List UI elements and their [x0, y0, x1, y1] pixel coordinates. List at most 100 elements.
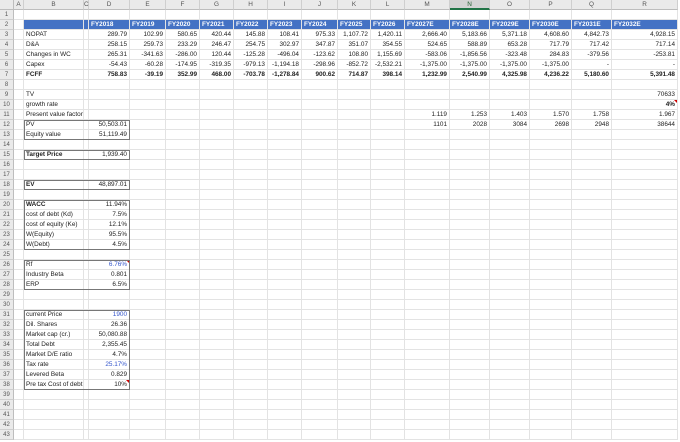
- row-header-27[interactable]: 27: [0, 270, 14, 280]
- grid-cell[interactable]: [612, 360, 678, 370]
- value-cell[interactable]: 254.75: [234, 40, 268, 50]
- row-header-1[interactable]: 1: [0, 10, 14, 20]
- grid-cell[interactable]: [612, 380, 678, 390]
- grid-cell[interactable]: [234, 380, 268, 390]
- grid-cell[interactable]: [130, 380, 166, 390]
- row-header-20[interactable]: 20: [0, 200, 14, 210]
- grid-cell[interactable]: [572, 160, 612, 170]
- value-cell[interactable]: -379.56: [572, 50, 612, 60]
- grid-cell[interactable]: [405, 280, 450, 290]
- grid-cell[interactable]: [268, 390, 302, 400]
- grid-cell[interactable]: [302, 320, 338, 330]
- column-header-d[interactable]: D: [89, 0, 130, 10]
- grid-cell[interactable]: [166, 140, 200, 150]
- grid-cell[interactable]: [338, 400, 371, 410]
- grid-cell[interactable]: [612, 150, 678, 160]
- year-header[interactable]: FY2027E: [405, 20, 450, 30]
- column-header-k[interactable]: K: [338, 0, 371, 10]
- grid-cell[interactable]: [530, 180, 572, 190]
- grid-cell[interactable]: [166, 130, 200, 140]
- grid-cell[interactable]: [612, 180, 678, 190]
- grid-cell[interactable]: [130, 180, 166, 190]
- grid-cell[interactable]: [371, 170, 405, 180]
- value-cell[interactable]: 1,420.11: [371, 30, 405, 40]
- rf-label[interactable]: Rf: [24, 260, 89, 270]
- grid-cell[interactable]: [166, 170, 200, 180]
- grid-cell[interactable]: [130, 420, 166, 430]
- grid-cell[interactable]: [371, 300, 405, 310]
- grid-cell[interactable]: [490, 200, 530, 210]
- grid-cell[interactable]: [490, 270, 530, 280]
- grid-cell[interactable]: [371, 280, 405, 290]
- value-cell[interactable]: -174.95: [166, 60, 200, 70]
- row-header-42[interactable]: 42: [0, 420, 14, 430]
- value-cell[interactable]: 900.62: [302, 70, 338, 80]
- grid-cell[interactable]: [14, 10, 24, 20]
- grid-cell[interactable]: [166, 160, 200, 170]
- row-header-3[interactable]: 3: [0, 30, 14, 40]
- grid-cell[interactable]: [612, 230, 678, 240]
- grid-cell[interactable]: [530, 330, 572, 340]
- grid-cell[interactable]: [490, 350, 530, 360]
- grid-cell[interactable]: [14, 420, 24, 430]
- grid-cell[interactable]: [450, 140, 490, 150]
- grid-cell[interactable]: [14, 410, 24, 420]
- grid-cell[interactable]: [24, 400, 84, 410]
- grid-cell[interactable]: [268, 280, 302, 290]
- value-cell[interactable]: -1,375.00: [450, 60, 490, 70]
- value-cell[interactable]: 2,666.40: [405, 30, 450, 40]
- grid-cell[interactable]: [371, 150, 405, 160]
- grid-cell[interactable]: [490, 160, 530, 170]
- year-header[interactable]: FY2026: [371, 20, 405, 30]
- grid-cell[interactable]: [338, 130, 371, 140]
- grid-cell[interactable]: [530, 140, 572, 150]
- value-cell[interactable]: -286.00: [166, 50, 200, 60]
- grid-cell[interactable]: [450, 290, 490, 300]
- grid-cell[interactable]: [530, 410, 572, 420]
- value-cell[interactable]: -1,194.18: [268, 60, 302, 70]
- tax-rate-label[interactable]: Tax rate: [24, 360, 89, 370]
- grid-cell[interactable]: [268, 230, 302, 240]
- grid-cell[interactable]: [268, 320, 302, 330]
- grid-cell[interactable]: [200, 190, 234, 200]
- column-header-l[interactable]: L: [371, 0, 405, 10]
- grid-cell[interactable]: [612, 370, 678, 380]
- year-header[interactable]: FY2031E: [572, 20, 612, 30]
- grid-cell[interactable]: [450, 390, 490, 400]
- grid-cell[interactable]: [338, 150, 371, 160]
- grid-cell[interactable]: [130, 80, 166, 90]
- grid-cell[interactable]: [450, 240, 490, 250]
- pv-label[interactable]: PV: [24, 120, 89, 130]
- grid-cell[interactable]: [200, 350, 234, 360]
- grid-cell[interactable]: [450, 220, 490, 230]
- grid-cell[interactable]: [450, 310, 490, 320]
- grid-cell[interactable]: [234, 290, 268, 300]
- grid-cell[interactable]: [166, 80, 200, 90]
- value-cell[interactable]: -60.28: [130, 60, 166, 70]
- grid-cell[interactable]: [130, 280, 166, 290]
- grid-cell[interactable]: [405, 340, 450, 350]
- grid-cell[interactable]: [130, 400, 166, 410]
- grid-cell[interactable]: [530, 210, 572, 220]
- grid-cell[interactable]: [234, 400, 268, 410]
- grid-cell[interactable]: [490, 130, 530, 140]
- grid-cell[interactable]: [530, 360, 572, 370]
- grid-cell[interactable]: [200, 410, 234, 420]
- grid-cell[interactable]: [530, 320, 572, 330]
- grid-cell[interactable]: [234, 420, 268, 430]
- grid-cell[interactable]: [24, 190, 84, 200]
- pv-factor-value[interactable]: 1.119: [405, 110, 450, 120]
- grid-cell[interactable]: [338, 360, 371, 370]
- grid-cell[interactable]: [572, 100, 612, 110]
- grid-cell[interactable]: [302, 380, 338, 390]
- grid-cell[interactable]: [302, 130, 338, 140]
- grid-cell[interactable]: [450, 330, 490, 340]
- grid-cell[interactable]: [166, 340, 200, 350]
- pv-factor-value[interactable]: 1.967: [612, 110, 678, 120]
- grid-cell[interactable]: [405, 210, 450, 220]
- grid-cell[interactable]: [612, 250, 678, 260]
- grid-cell[interactable]: [89, 250, 130, 260]
- grid-cell[interactable]: [14, 430, 24, 440]
- row-header-33[interactable]: 33: [0, 330, 14, 340]
- column-header-n[interactable]: N: [450, 0, 490, 10]
